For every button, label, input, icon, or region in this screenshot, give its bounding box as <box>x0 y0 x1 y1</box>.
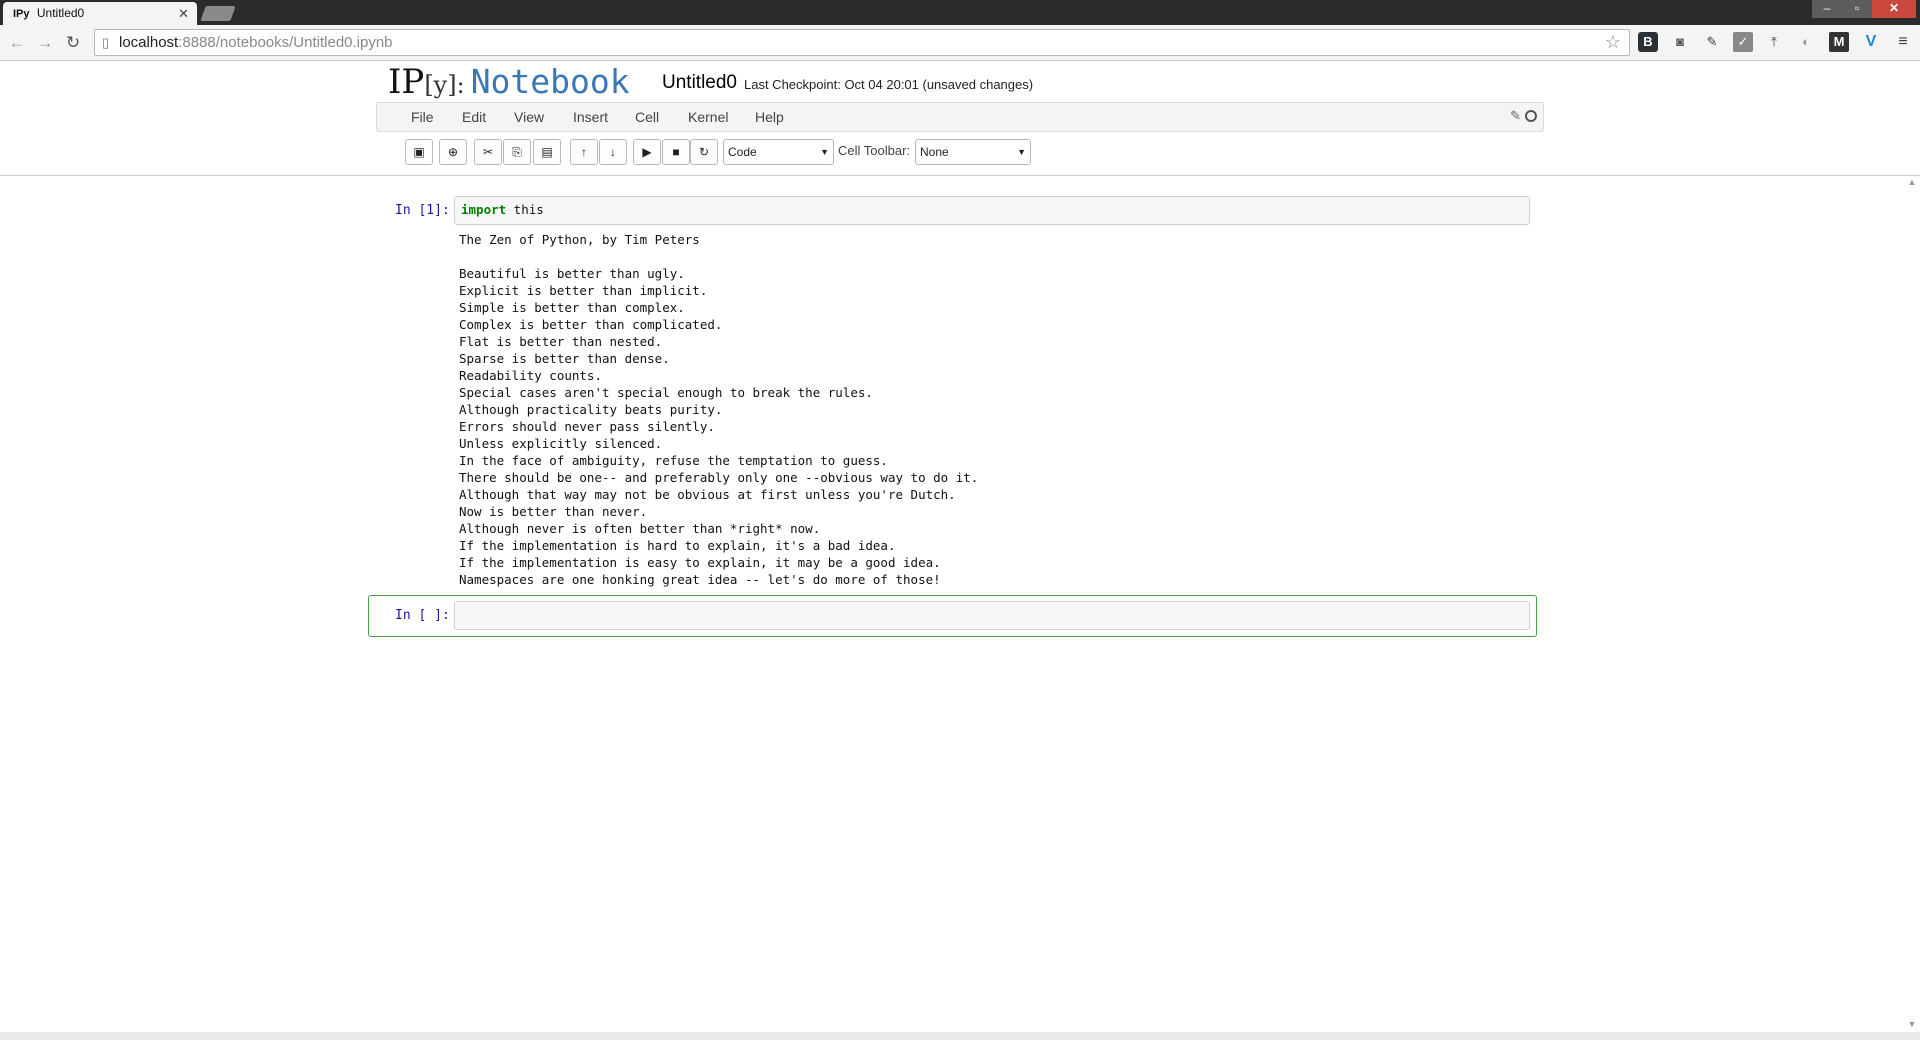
cell-prompt: In [1]: <box>395 203 450 218</box>
browser-tab-title: Untitled0 <box>36 6 85 20</box>
checkpoint-status: Last Checkpoint: Oct 04 20:01 (unsaved c… <box>744 77 1034 92</box>
menu-bar: File Edit View Insert Cell Kernel Help ✎ <box>376 102 1544 132</box>
copy-icon[interactable]: ⎘ <box>503 139 531 165</box>
output-line: Although that way may not be obvious at … <box>459 487 956 502</box>
output-line: Although never is often better than *rig… <box>459 521 821 536</box>
chevron-down-icon: ▼ <box>820 147 829 157</box>
ipython-favicon-icon: IPy <box>13 8 30 20</box>
check-icon[interactable]: ✓ <box>1733 32 1753 52</box>
output-line: Flat is better than nested. <box>459 334 663 349</box>
output-line: If the implementation is hard to explain… <box>459 538 896 553</box>
notebook-container: In [1]: import this The Zen of Python, b… <box>0 177 1920 1029</box>
pencil-icon: ✎ <box>1510 108 1521 123</box>
move-down-icon[interactable]: ↓ <box>599 139 627 165</box>
cut-icon[interactable]: ✂ <box>474 139 502 165</box>
interrupt-icon[interactable]: ■ <box>662 139 690 165</box>
code-keyword: import <box>461 202 507 217</box>
page-icon: ▯ <box>102 35 110 50</box>
output-line: Unless explicitly silenced. <box>459 436 663 451</box>
window-close-icon[interactable]: ✕ <box>1872 0 1916 18</box>
pocket-icon[interactable]: ◙ <box>1670 32 1690 52</box>
address-bar[interactable]: ▯ localhost:8888/notebooks/Untitled0.ipy… <box>94 29 1630 56</box>
output-line: Readability counts. <box>459 368 602 383</box>
output-line: Although practicality beats purity. <box>459 402 723 417</box>
moon-icon[interactable]: ◐ <box>1796 32 1816 52</box>
cell-output: The Zen of Python, by Tim Peters Beautifu… <box>459 231 1519 588</box>
cell-toolbar-select[interactable]: None ▼ <box>915 139 1031 165</box>
cell-prompt: In [ ]: <box>395 608 450 623</box>
output-line: Explicit is better than implicit. <box>459 283 708 298</box>
output-line: Beautiful is better than ugly. <box>459 266 685 281</box>
restart-icon[interactable]: ↻ <box>690 139 718 165</box>
extension-v-icon[interactable]: V <box>1861 32 1881 52</box>
scroll-up-icon[interactable]: ▲ <box>1904 177 1920 187</box>
scroll-down-icon[interactable]: ▼ <box>1904 1019 1920 1029</box>
forward-icon[interactable]: → <box>34 33 56 53</box>
back-icon[interactable]: ← <box>6 33 28 53</box>
output-line: In the face of ambiguity, refuse the tem… <box>459 453 888 468</box>
output-line: Namespaces are one honking great idea --… <box>459 572 941 587</box>
output-line: Special cases aren't special enough to b… <box>459 385 873 400</box>
menu-icon[interactable]: ≡ <box>1893 32 1913 52</box>
browser-toolbar: ← → ↻ ▯ localhost:8888/notebooks/Untitle… <box>0 25 1920 61</box>
browser-tab-strip: IPy Untitled0 ✕ – ▫ ✕ <box>0 0 1920 25</box>
notebook-name[interactable]: Untitled0 <box>662 72 737 94</box>
code-input-empty[interactable] <box>454 601 1530 630</box>
extension-m-icon[interactable]: M <box>1829 32 1849 52</box>
menu-cell[interactable]: Cell <box>635 103 659 131</box>
menu-help[interactable]: Help <box>755 103 784 131</box>
browser-tab[interactable]: IPy Untitled0 ✕ <box>3 2 197 25</box>
menu-edit[interactable]: Edit <box>462 103 486 131</box>
window-maximize-icon[interactable]: ▫ <box>1842 0 1872 18</box>
output-line: Errors should never pass silently. <box>459 419 715 434</box>
cell-type-select[interactable]: Code ▼ <box>723 139 834 165</box>
menu-insert[interactable]: Insert <box>573 103 608 131</box>
code-text: this <box>506 202 544 217</box>
vertical-scrollbar[interactable]: ▲ ▼ <box>1904 177 1920 1029</box>
insert-cell-icon[interactable]: ⊕ <box>439 139 467 165</box>
menu-file[interactable]: File <box>411 103 434 131</box>
menu-kernel[interactable]: Kernel <box>688 103 728 131</box>
tab-close-icon[interactable]: ✕ <box>178 2 189 25</box>
output-line: Complex is better than complicated. <box>459 317 723 332</box>
output-line: Simple is better than complex. <box>459 300 685 315</box>
output-line: Sparse is better than dense. <box>459 351 670 366</box>
evernote-icon[interactable]: ✎ <box>1702 32 1722 52</box>
reload-icon[interactable]: ↻ <box>62 33 84 53</box>
output-line: If the implementation is easy to explain… <box>459 555 941 570</box>
url-path: :8888/notebooks/Untitled0.ipynb <box>178 34 393 51</box>
menu-view[interactable]: View <box>514 103 544 131</box>
output-line: There should be one-- and preferably onl… <box>459 470 979 485</box>
star-icon[interactable]: ☆ <box>1605 30 1621 55</box>
url-host: localhost <box>119 34 179 51</box>
paste-icon[interactable]: ▤ <box>533 139 561 165</box>
notebook-header: IP[y]: Notebook Untitled0 Last Checkpoint… <box>0 62 1920 176</box>
code-input[interactable]: import this <box>454 196 1530 225</box>
upload-icon[interactable]: ⤒ <box>1764 32 1784 52</box>
horizontal-scrollbar <box>0 1032 1920 1040</box>
move-up-icon[interactable]: ↑ <box>570 139 598 165</box>
new-tab-button[interactable] <box>200 6 236 21</box>
extension-b-icon[interactable]: B <box>1638 32 1658 52</box>
chevron-down-icon: ▼ <box>1017 147 1026 157</box>
run-cell-icon[interactable]: ▶ <box>633 139 661 165</box>
kernel-status-icon <box>1525 110 1537 122</box>
save-icon[interactable]: ▣ <box>405 139 433 165</box>
ipython-logo[interactable]: IP[y]: Notebook <box>388 62 630 102</box>
output-line: Now is better than never. <box>459 504 648 519</box>
cell-toolbar-label: Cell Toolbar: <box>838 143 911 158</box>
output-line: The Zen of Python, by Tim Peters <box>459 232 700 247</box>
window-minimize-icon[interactable]: – <box>1812 0 1842 18</box>
